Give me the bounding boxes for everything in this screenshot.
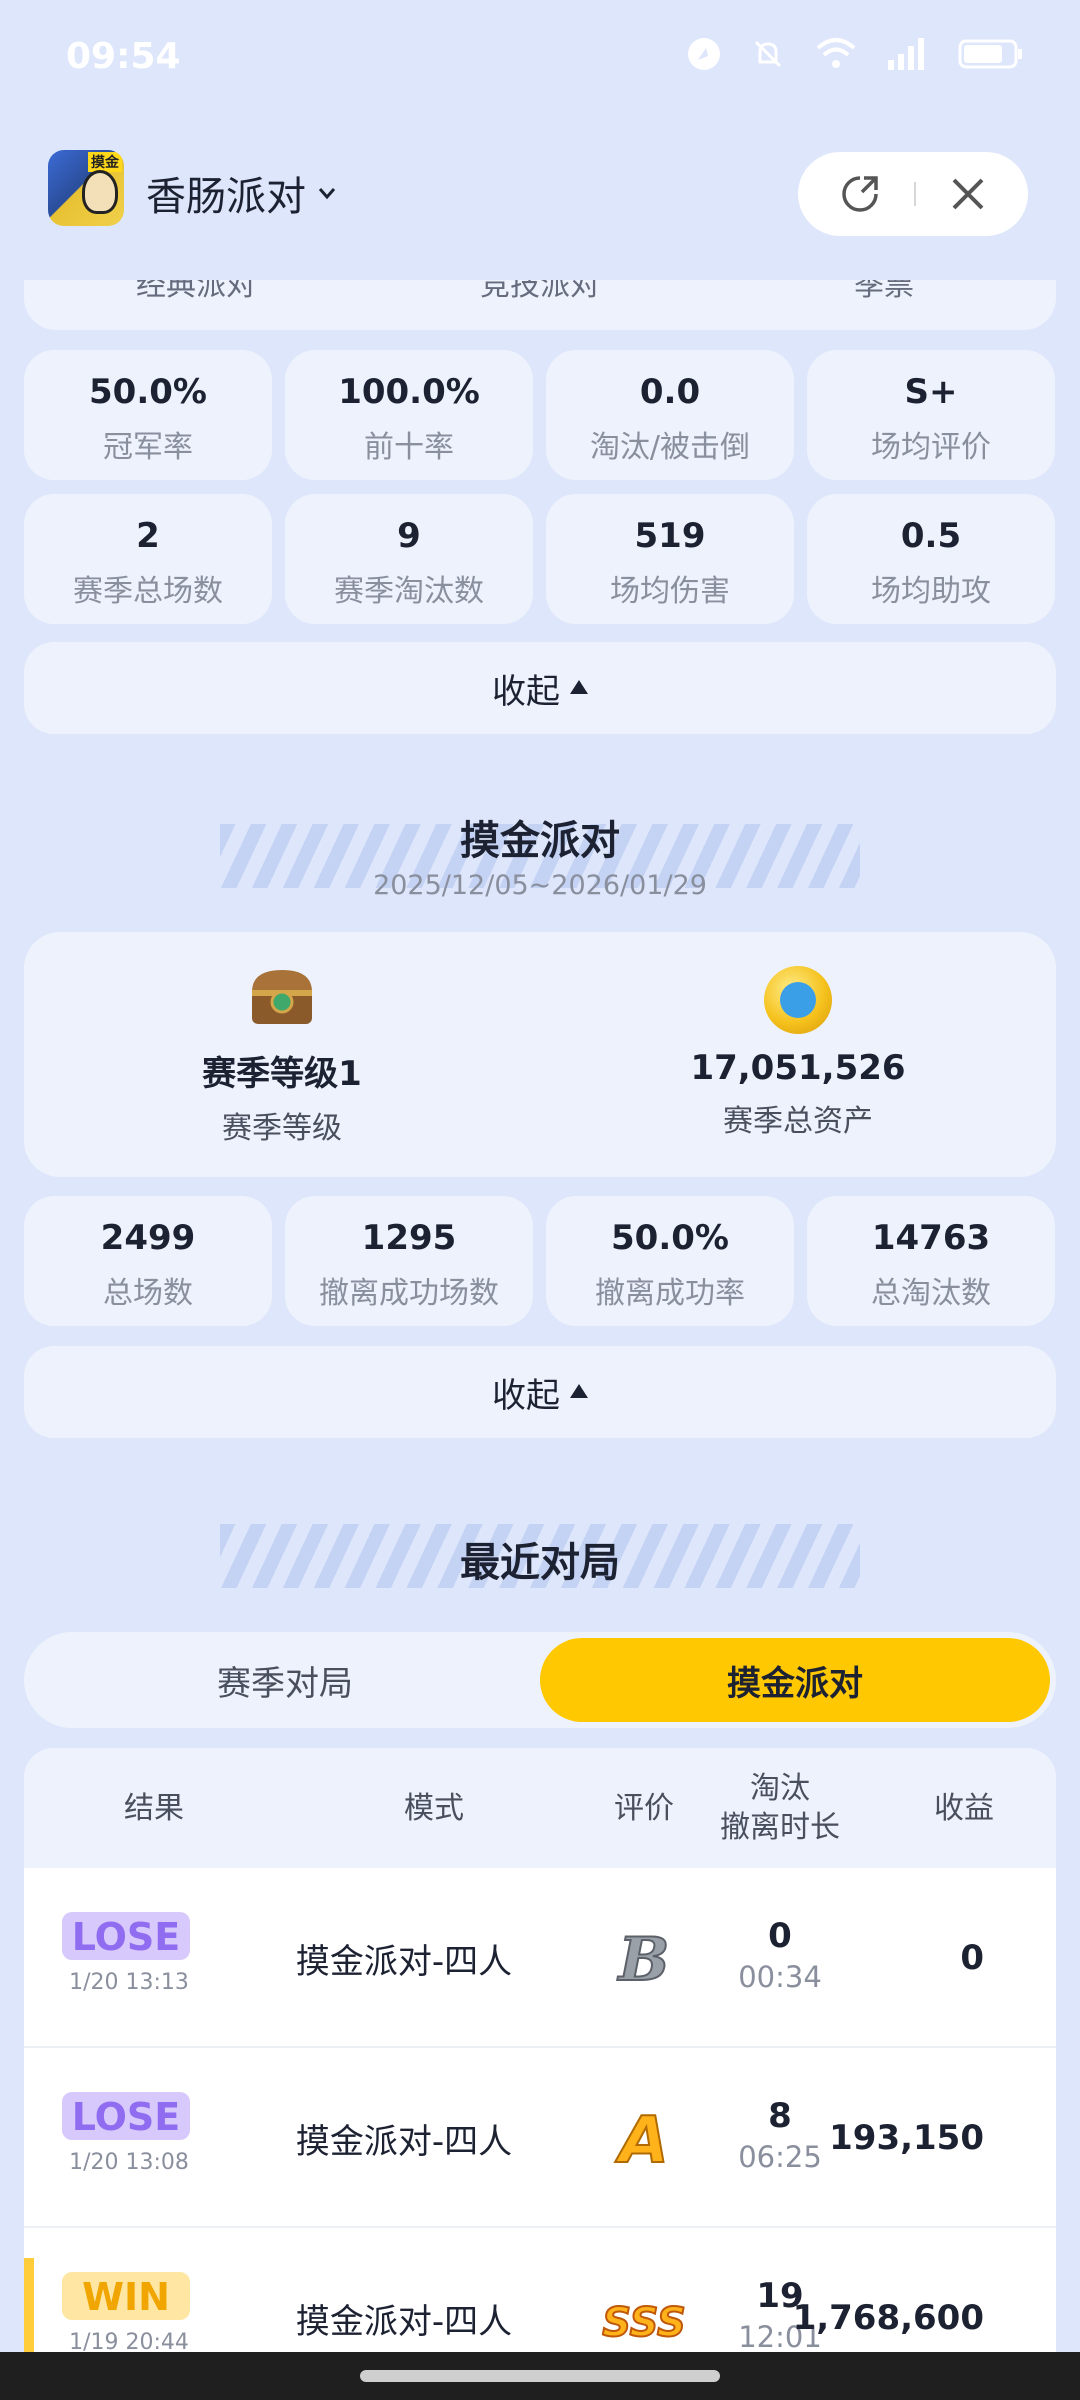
total-assets-value: 17,051,526 (690, 1048, 906, 1088)
match-row[interactable]: WIN 1/19 20:44 摸金派对-四人 SSS 19 12:01 1,76… (24, 2228, 1056, 2368)
stat-total-matches: 2499 总场数 (24, 1196, 272, 1326)
column-grade: 评价 (614, 1790, 674, 1826)
close-icon[interactable] (948, 174, 988, 214)
collapse-label: 收起 (492, 1375, 560, 1416)
stat-kd: 0.0 淘汰/被击倒 (546, 350, 794, 480)
recent-matches-header: 最近对局 (0, 1524, 1080, 1588)
column-result: 结果 (124, 1790, 184, 1826)
chevron-down-icon (318, 188, 336, 200)
stat-avg-assists: 0.5 场均助攻 (807, 494, 1055, 624)
grade-sss-icon: SSS (601, 2299, 687, 2347)
match-time: 1/20 13:08 (69, 2150, 189, 2175)
recent-matches-title: 最近对局 (460, 1540, 620, 1586)
stat-total-eliminations: 14763 总淘汰数 (807, 1196, 1055, 1326)
mini-program-capsule (798, 152, 1028, 236)
result-text: WIN (82, 2275, 170, 2319)
season-summary-card: 赛季等级1 赛季等级 17,051,526 赛季总资产 (24, 932, 1056, 1177)
collapse-gold-party-button[interactable]: 收起 (24, 1346, 1056, 1438)
svg-text:A: A (614, 2104, 669, 2172)
gold-party-stats-grid: 2499 总场数 1295 撤离成功场数 50.0% 撤离成功率 14763 总淘汰数 (24, 1196, 1056, 1326)
stat-avg-rating: S+ 场均评价 (807, 350, 1055, 480)
lose-badge-icon: LOSE (62, 2092, 190, 2140)
status-bar: 09:54 (0, 0, 1080, 120)
table-header: 结果 模式 评价 淘汰 撤离时长 收益 (24, 1748, 1056, 1868)
season-level-value: 赛季等级1 (202, 1054, 362, 1094)
mode-tab-season-pass[interactable]: 季票 (854, 280, 914, 304)
column-elim-duration: 淘汰 撤离时长 (720, 1771, 840, 1845)
mode-tab-classic[interactable]: 经典派对 (136, 280, 256, 304)
match-mode: 摸金派对-四人 (295, 1941, 513, 1982)
stat-avg-damage: 519 场均伤害 (546, 494, 794, 624)
total-assets-block: 17,051,526 赛季总资产 (540, 966, 1056, 1140)
match-mode: 摸金派对-四人 (295, 2121, 513, 2162)
match-income: 1,768,600 (792, 2298, 984, 2338)
page: 09:54 摸金 香肠派对 经典派对 竞技派对 季票 50.0% 冠军率 100… (0, 0, 1080, 2400)
match-table: 结果 模式 评价 淘汰 撤离时长 收益 LOSE 1/20 13:13 摸金派对… (24, 1748, 1056, 2368)
stat-season-matches: 2 赛季总场数 (24, 494, 272, 624)
mode-tab-competitive[interactable]: 竞技派对 (480, 280, 600, 304)
share-icon[interactable] (838, 172, 882, 216)
match-duration: 00:34 (738, 1960, 822, 1994)
app-logo: 摸金 (48, 150, 124, 226)
battery-icon (958, 39, 1022, 69)
caret-up-icon (570, 1384, 588, 1398)
tab-season-matches[interactable]: 赛季对局 (30, 1638, 540, 1722)
match-row[interactable]: LOSE 1/20 13:13 摸金派对-四人 B 0 00:34 0 (24, 1868, 1056, 2048)
home-indicator[interactable] (360, 2370, 720, 2382)
app-switcher[interactable]: 香肠派对 (146, 164, 338, 222)
collapse-classic-button[interactable]: 收起 (24, 642, 1056, 734)
match-row[interactable]: LOSE 1/20 13:08 摸金派对-四人 A 8 06:25 193,15… (24, 2048, 1056, 2228)
match-eliminations: 0 (768, 1916, 792, 1956)
grade-a-icon: A (613, 2103, 670, 2172)
stat-extract-success-matches: 1295 撤离成功场数 (285, 1196, 533, 1326)
gold-party-section-header: 摸金派对 2025/12/05~2026/01/29 (0, 808, 1080, 901)
location-icon (688, 38, 720, 70)
stat-champion-rate: 50.0% 冠军率 (24, 350, 272, 480)
mute-icon (754, 40, 782, 68)
match-elim-duration: 0 00:34 (680, 1916, 880, 1994)
match-time: 1/20 13:13 (69, 1970, 189, 1995)
svg-text:SSS: SSS (602, 2300, 686, 2346)
stat-extract-success-rate: 50.0% 撤离成功率 (546, 1196, 794, 1326)
lose-badge-icon: LOSE (62, 1912, 190, 1960)
match-income: 0 (960, 1938, 984, 1978)
app-header: 摸金 香肠派对 (0, 120, 1080, 280)
grade-b-icon: B (616, 1924, 671, 1992)
system-nav-bar (0, 2352, 1080, 2400)
match-income: 193,150 (829, 2118, 984, 2158)
gold-party-title: 摸金派对 (460, 818, 620, 864)
chest-icon (252, 970, 312, 1024)
recent-matches-tabs: 赛季对局 摸金派对 (24, 1632, 1056, 1728)
mode-selector-card: 经典派对 竞技派对 季票 (24, 280, 1056, 330)
caret-up-icon (570, 680, 588, 694)
match-mode: 摸金派对-四人 (295, 2301, 513, 2342)
win-badge-icon: WIN (62, 2272, 190, 2320)
classic-stats-grid: 50.0% 冠军率 100.0% 前十率 0.0 淘汰/被击倒 S+ 场均评价 2 赛季总… (24, 350, 1056, 624)
wifi-icon (816, 38, 856, 68)
coin-icon (764, 966, 832, 1034)
total-assets-label: 赛季总资产 (723, 1104, 873, 1139)
signal-icon (888, 38, 924, 70)
capsule-divider (914, 182, 916, 206)
season-level-label: 赛季等级 (222, 1111, 342, 1146)
app-name: 香肠派对 (146, 174, 306, 220)
tab-gold-party[interactable]: 摸金派对 (540, 1638, 1050, 1722)
status-icons (686, 36, 1024, 72)
result-text: LOSE (72, 1915, 181, 1959)
column-mode: 模式 (404, 1790, 464, 1826)
gold-party-date-range: 2025/12/05~2026/01/29 (373, 870, 707, 901)
svg-text:B: B (617, 1925, 670, 1992)
column-income: 收益 (934, 1790, 994, 1826)
result-text: LOSE (72, 2095, 181, 2139)
season-level-block: 赛季等级1 赛季等级 (24, 966, 540, 1147)
collapse-label: 收起 (492, 671, 560, 712)
stat-season-eliminations: 9 赛季淘汰数 (285, 494, 533, 624)
stat-top-ten-rate: 100.0% 前十率 (285, 350, 533, 480)
status-time: 09:54 (66, 36, 181, 77)
